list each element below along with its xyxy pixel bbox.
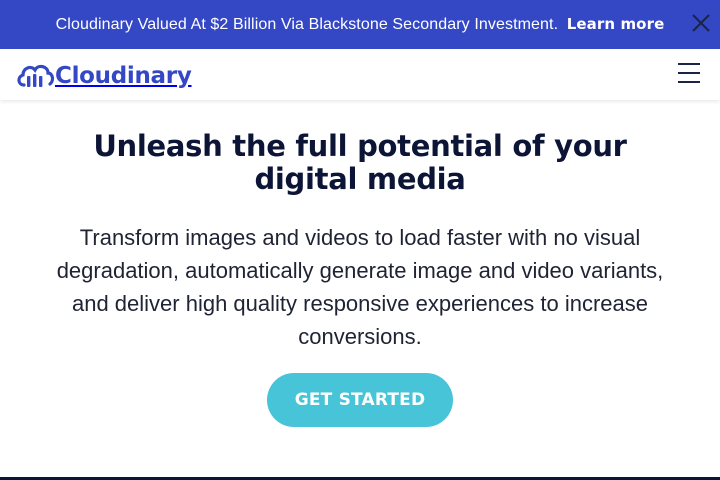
brand-logo-link[interactable]: Cloudinary [16,60,192,92]
close-announcement-button[interactable] [690,12,712,34]
get-started-button[interactable]: GET STARTED [267,373,453,427]
menu-button[interactable] [677,61,701,85]
cloud-logo-icon [17,64,54,87]
brand-name: Cloudinary [55,63,192,89]
hamburger-menu-icon [678,63,700,83]
site-header: Cloudinary [0,49,720,100]
hero-title: Unleash the full potential of your digit… [93,129,627,196]
announcement-text: Cloudinary Valued At $2 Billion Via Blac… [55,16,559,33]
announcement-bar: Cloudinary Valued At $2 Billion Via Blac… [0,0,720,49]
hero-description: Transform images and videos to load fast… [56,225,664,349]
announcement-message: Cloudinary Valued At $2 Billion Via Blac… [0,15,720,34]
learn-more-link[interactable]: Learn more [567,15,665,33]
close-icon [692,14,710,32]
